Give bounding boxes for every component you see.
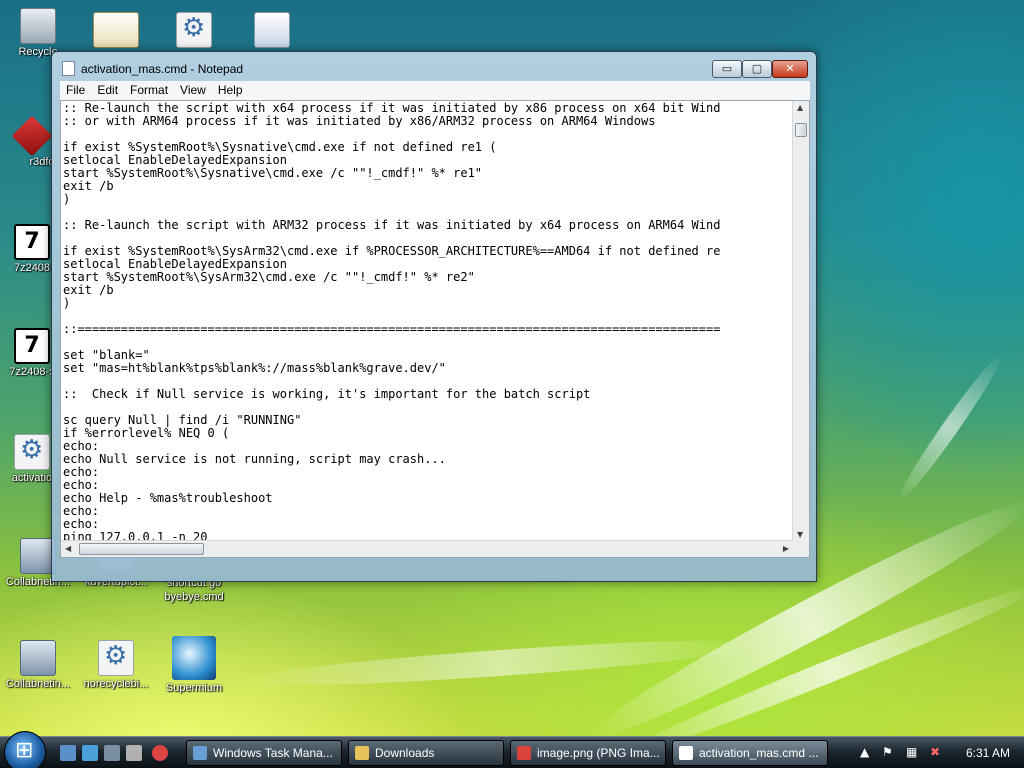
- folder-icon: [355, 746, 369, 760]
- taskbar: Windows Task Mana... Downloads image.png…: [0, 731, 1024, 768]
- horizontal-scrollbar[interactable]: ◀ ▶: [61, 540, 809, 557]
- menu-format[interactable]: Format: [124, 81, 174, 97]
- taskbar-item-notepad[interactable]: activation_mas.cmd ...: [672, 740, 828, 766]
- text-editor[interactable]: :: Re-launch the script with x64 process…: [60, 100, 810, 558]
- network-icon[interactable]: ▦: [906, 745, 917, 759]
- flag-icon[interactable]: ⚑: [882, 745, 893, 759]
- desktop-icon-document[interactable]: [234, 12, 310, 50]
- recycle-bin-icon: [20, 8, 56, 44]
- red-shortcut-icon: [11, 115, 53, 157]
- menu-help[interactable]: Help: [212, 81, 249, 97]
- vertical-scrollbar[interactable]: ▲ ▼: [792, 101, 809, 541]
- maximize-button[interactable]: ▢: [742, 60, 772, 78]
- certificate-icon: [93, 12, 139, 48]
- scroll-right-icon[interactable]: ▶: [783, 544, 789, 553]
- settings-file-icon: [176, 12, 212, 48]
- desktop-icon-certificate[interactable]: [78, 12, 154, 50]
- network-icon[interactable]: [104, 745, 120, 761]
- browser-icon: [517, 746, 531, 760]
- start-button[interactable]: [4, 731, 46, 768]
- task-manager-icon: [193, 746, 207, 760]
- window-title: activation_mas.cmd - Notepad: [81, 62, 244, 76]
- menu-view[interactable]: View: [174, 81, 212, 97]
- desktop-icon-label: Collabnetin...: [5, 678, 71, 690]
- switch-windows-icon[interactable]: [82, 745, 98, 761]
- taskbar-item-image-png[interactable]: image.png (PNG Ima...: [510, 740, 666, 766]
- desktop-icon-norecyclebin[interactable]: norecyclebi...: [78, 640, 154, 690]
- desktop-icon-label: norecyclebi...: [83, 678, 149, 690]
- desktop-icon-label: Supermium: [165, 682, 223, 694]
- close-button[interactable]: ✕: [772, 60, 808, 78]
- menu-edit[interactable]: Edit: [91, 81, 124, 97]
- taskbar-item-downloads[interactable]: Downloads: [348, 740, 504, 766]
- taskbar-item-label: Windows Task Mana...: [213, 746, 333, 760]
- scroll-down-icon[interactable]: ▼: [797, 530, 803, 539]
- scroll-left-icon[interactable]: ◀: [65, 544, 71, 553]
- taskbar-item-label: activation_mas.cmd ...: [699, 746, 819, 760]
- minimize-button[interactable]: ▭: [712, 60, 742, 78]
- taskbar-item-label: image.png (PNG Ima...: [537, 746, 660, 760]
- horizontal-scroll-thumb[interactable]: [79, 543, 204, 555]
- browser-quicklaunch-icon[interactable]: [152, 745, 168, 761]
- supermium-browser-icon: [172, 636, 216, 680]
- menu-bar: File Edit Format View Help: [60, 81, 810, 100]
- notepad-window: activation_mas.cmd - Notepad ▭ ▢ ✕ File E…: [51, 51, 817, 582]
- desktop-icon-supermium[interactable]: Supermium: [156, 636, 232, 694]
- settings-file-icon: [98, 640, 134, 676]
- document-icon: [254, 12, 290, 48]
- window-titlebar[interactable]: activation_mas.cmd - Notepad ▭ ▢ ✕: [52, 52, 816, 82]
- 7zip-icon: 7: [14, 328, 50, 364]
- desktop-icon-collabnet-2[interactable]: Collabnetin...: [0, 640, 76, 690]
- notepad-icon: [62, 61, 75, 76]
- network-computer-icon: [20, 640, 56, 676]
- scroll-up-icon[interactable]: ▲: [797, 103, 803, 112]
- volume-muted-icon[interactable]: ✖: [930, 745, 940, 759]
- desktop-icon-settings-file[interactable]: [156, 12, 232, 50]
- settings-icon[interactable]: [126, 745, 142, 761]
- notepad-icon: [679, 746, 693, 760]
- editor-text[interactable]: :: Re-launch the script with x64 process…: [63, 102, 791, 542]
- taskbar-item-task-manager[interactable]: Windows Task Mana...: [186, 740, 342, 766]
- 7zip-icon: 7: [14, 224, 50, 260]
- clock[interactable]: 6:31 AM: [966, 746, 1010, 760]
- settings-file-icon: [14, 434, 50, 470]
- taskbar-item-label: Downloads: [375, 746, 435, 760]
- show-hidden-icons-icon[interactable]: ▲: [860, 745, 869, 759]
- scrollbar-corner: [792, 540, 809, 557]
- show-desktop-icon[interactable]: [60, 745, 76, 761]
- vertical-scroll-thumb[interactable]: [795, 123, 807, 137]
- menu-file[interactable]: File: [60, 81, 91, 97]
